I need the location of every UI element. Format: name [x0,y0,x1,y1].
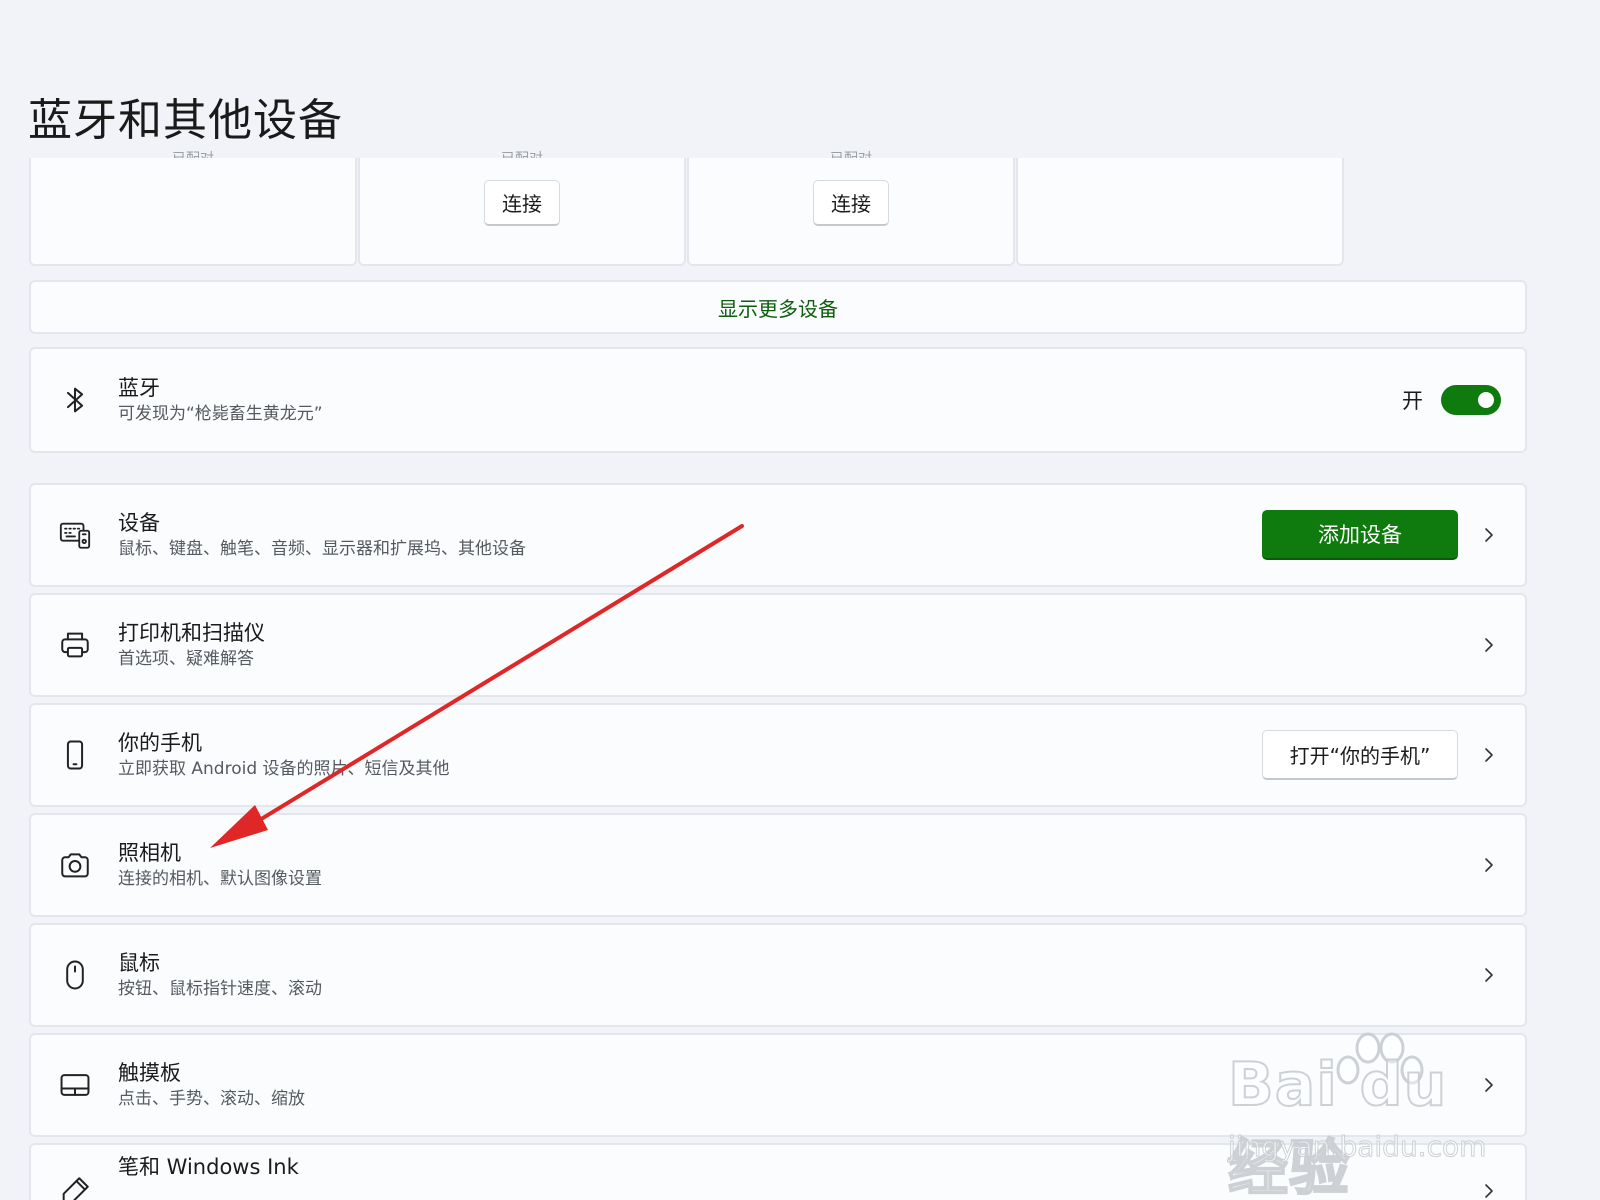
printers-subtitle: 首选项、疑难解答 [118,649,254,669]
touchpad-icon [57,1067,93,1103]
printer-icon [57,627,93,663]
camera-title: 照相机 [118,841,181,865]
devices-row[interactable]: 设备 鼠标、键盘、触笔、音频、显示器和扩展坞、其他设备 添加设备 [29,483,1527,587]
camera-subtitle: 连接的相机、默认图像设置 [118,869,322,889]
device-card-1[interactable]: 已配对 [29,151,357,266]
page-title: 蓝牙和其他设备 [28,95,343,146]
phone-icon [57,737,93,773]
bluetooth-state-label: 开 [1402,389,1423,413]
chevron-right-icon [1479,745,1499,765]
add-device-button[interactable]: 添加设备 [1262,510,1458,560]
pen-icon [57,1173,93,1200]
baidu-watermark: Bai du 经验 jingyan.baidu.com [1227,1030,1528,1200]
chevron-right-icon [1479,965,1499,985]
mouse-subtitle: 按钮、鼠标指针速度、滚动 [118,979,322,999]
device-card-3[interactable]: 已配对 连接 [687,151,1015,266]
show-more-devices-button[interactable]: 显示更多设备 [29,280,1527,334]
connect-button[interactable]: 连接 [813,180,889,226]
watermark-url: jingyan.baidu.com [1227,1130,1487,1164]
phone-row[interactable]: 你的手机 立即获取 Android 设备的照片、短信及其他 打开“你的手机” [29,703,1527,807]
open-your-phone-button[interactable]: 打开“你的手机” [1262,730,1458,780]
devices-title: 设备 [118,511,160,535]
device-card-status: 已配对 [360,148,684,158]
printers-row[interactable]: 打印机和扫描仪 首选项、疑难解答 [29,593,1527,697]
phone-title: 你的手机 [118,731,202,755]
camera-row[interactable]: 照相机 连接的相机、默认图像设置 [29,813,1527,917]
chevron-right-icon [1479,855,1499,875]
device-strip: 已配对 已配对 连接 已配对 连接 [29,151,1369,266]
bluetooth-toggle[interactable] [1441,385,1501,415]
device-card-status: 已配对 [31,148,355,158]
bluetooth-title: 蓝牙 [118,376,160,400]
camera-icon [57,847,93,883]
device-card-4[interactable] [1016,158,1344,266]
touchpad-subtitle: 点击、手势、滚动、缩放 [118,1089,305,1109]
mouse-icon [57,957,93,993]
device-card-2[interactable]: 已配对 连接 [358,151,686,266]
touchpad-title: 触摸板 [118,1061,181,1085]
mouse-row[interactable]: 鼠标 按钮、鼠标指针速度、滚动 [29,923,1527,1027]
bluetooth-icon [57,382,93,418]
connect-button[interactable]: 连接 [484,180,560,226]
toggle-knob [1478,392,1494,408]
chevron-right-icon [1479,635,1499,655]
printers-title: 打印机和扫描仪 [118,621,265,645]
pen-title: 笔和 Windows Ink [118,1155,299,1179]
mouse-title: 鼠标 [118,951,160,975]
phone-subtitle: 立即获取 Android 设备的照片、短信及其他 [118,759,450,779]
device-card-status: 已配对 [689,148,1013,158]
keyboard-devices-icon [57,517,93,553]
watermark-logo-text: Bai du 经验 [1227,1049,1448,1200]
chevron-right-icon [1479,525,1499,545]
bluetooth-row: 蓝牙 可发现为“枪毙畜生黄龙元” 开 [29,347,1527,453]
bluetooth-subtitle: 可发现为“枪毙畜生黄龙元” [118,404,323,424]
devices-subtitle: 鼠标、键盘、触笔、音频、显示器和扩展坞、其他设备 [118,539,526,559]
